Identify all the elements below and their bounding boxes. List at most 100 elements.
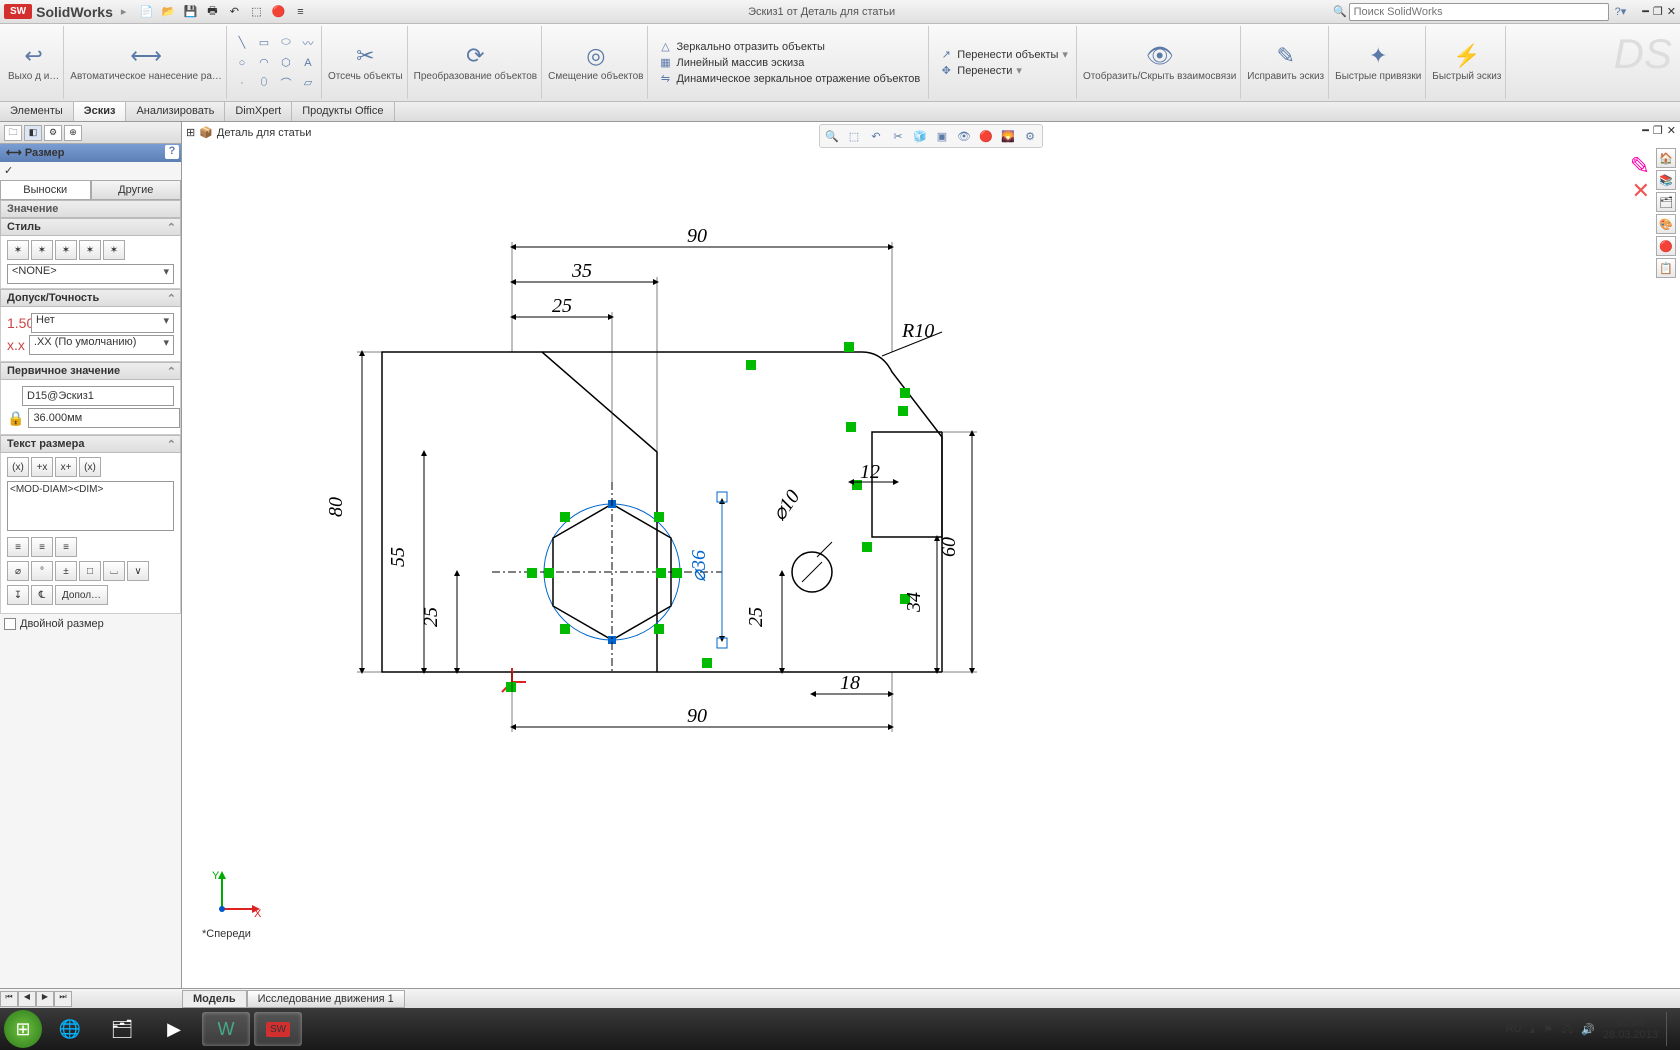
sym-degree[interactable]: °: [31, 561, 53, 581]
config-tab[interactable]: ⚙: [44, 125, 62, 141]
more-symbols-button[interactable]: Допол…: [55, 585, 108, 605]
doc-minimize[interactable]: ━: [1642, 124, 1649, 137]
linear-pattern-button[interactable]: ▦Линейный массив эскиза: [658, 56, 920, 70]
line-icon[interactable]: ╲: [233, 34, 251, 52]
appearances-icon[interactable]: 🔴: [1656, 236, 1676, 256]
style-header[interactable]: Стиль⌃: [0, 218, 181, 236]
spline-icon[interactable]: 〰: [299, 34, 317, 52]
file-explorer-icon[interactable]: 🗂: [1656, 192, 1676, 212]
smart-dimension-button[interactable]: ⟷Автоматическое нанесение ра…: [66, 26, 227, 99]
taskbar-ie[interactable]: 🌐: [46, 1012, 94, 1046]
rebuild-icon[interactable]: 🔴: [268, 3, 288, 21]
sym-square[interactable]: □: [79, 561, 101, 581]
tab-model[interactable]: Модель: [182, 990, 247, 1008]
view-palette-icon[interactable]: 🎨: [1656, 214, 1676, 234]
ellipse-icon[interactable]: ⬯: [255, 74, 273, 92]
dimension-value-input[interactable]: [28, 408, 180, 428]
style-btn-3[interactable]: ✶: [55, 240, 77, 260]
polygon-icon[interactable]: ⬡: [277, 54, 295, 72]
style-btn-4[interactable]: ✶: [79, 240, 101, 260]
taskbar-media[interactable]: ▶: [150, 1012, 198, 1046]
scroll-first[interactable]: ⏮: [0, 991, 18, 1007]
quick-snaps-button[interactable]: ✦Быстрые привязки: [1331, 26, 1426, 99]
tray-flag-icon[interactable]: ⚑: [1543, 1023, 1553, 1036]
subtab-other[interactable]: Другие: [91, 180, 182, 200]
custom-props-icon[interactable]: 📋: [1656, 258, 1676, 278]
txt-btn-2[interactable]: +x: [31, 457, 53, 477]
move-entities-button[interactable]: ↗Перенести объекты▾: [939, 48, 1068, 62]
dual-dimension-checkbox[interactable]: Двойной размер: [0, 614, 181, 634]
input-language[interactable]: RU: [1506, 1023, 1522, 1035]
sym-pm[interactable]: ±: [55, 561, 77, 581]
tab-elements[interactable]: Элементы: [0, 102, 74, 121]
plane-icon[interactable]: ▱: [299, 74, 317, 92]
lock-icon[interactable]: 🔒: [7, 410, 24, 427]
show-relations-button[interactable]: 👁Отобразить/Скрыть взаимосвязи: [1079, 26, 1241, 99]
expand-icon[interactable]: ⊞: [186, 126, 195, 139]
exit-sketch-button[interactable]: ↩Выхо д и…: [4, 26, 64, 99]
justify-center[interactable]: ≡: [31, 537, 53, 557]
taskbar-explorer[interactable]: 🗂: [98, 1012, 146, 1046]
subtab-leaders[interactable]: Выноски: [0, 180, 91, 200]
slot-icon[interactable]: ⬭: [277, 34, 295, 52]
select-icon[interactable]: ⬚: [246, 3, 266, 21]
style-btn-1[interactable]: ✶: [7, 240, 29, 260]
options-icon[interactable]: ≡: [290, 3, 310, 21]
convert-button[interactable]: ⟳Преобразование объектов: [410, 26, 542, 99]
graphics-area[interactable]: ━ ❐ ✕ ⊞ 📦 Деталь для статьи 🔍 ⬚ ↶ ✂ 🧊 ▣ …: [182, 122, 1680, 1002]
resources-icon[interactable]: 🏠: [1656, 148, 1676, 168]
text-icon[interactable]: A: [299, 54, 317, 72]
help-button[interactable]: ?: [165, 145, 179, 159]
open-icon[interactable]: 📂: [158, 3, 178, 21]
new-icon[interactable]: 📄: [136, 3, 156, 21]
mirror-button[interactable]: △Зеркально отразить объекты: [658, 40, 920, 54]
repair-sketch-button[interactable]: ✎Исправить эскиз: [1243, 26, 1329, 99]
primary-value-header[interactable]: Первичное значение⌃: [0, 362, 181, 380]
move-button[interactable]: ✥Перенести▾: [939, 64, 1068, 78]
offset-button[interactable]: ◎Смещение объектов: [544, 26, 648, 99]
tab-sketch[interactable]: Эскиз: [74, 102, 127, 121]
print-icon[interactable]: 🖶: [202, 3, 222, 21]
help-icon[interactable]: ?▾: [1615, 5, 1627, 18]
tray-arrow[interactable]: ▴: [1530, 1023, 1536, 1036]
style-btn-5[interactable]: ✶: [103, 240, 125, 260]
txt-btn-4[interactable]: (x): [79, 457, 101, 477]
sym-cbore[interactable]: ⌴: [103, 561, 125, 581]
doc-restore[interactable]: ❐: [1653, 124, 1663, 137]
search-input[interactable]: [1349, 3, 1609, 21]
style-btn-2[interactable]: ✶: [31, 240, 53, 260]
start-button[interactable]: ⊞: [4, 1010, 42, 1048]
system-clock[interactable]: 20:0928.03.2013: [1603, 1017, 1658, 1041]
menu-arrow-icon[interactable]: ▸: [121, 5, 127, 18]
justify-right[interactable]: ≡: [55, 537, 77, 557]
txt-btn-3[interactable]: x+: [55, 457, 77, 477]
justify-left[interactable]: ≡: [7, 537, 29, 557]
tab-dimxpert[interactable]: DimXpert: [225, 102, 292, 121]
view-triad[interactable]: XY: [212, 869, 262, 922]
precision-dropdown[interactable]: .XX (По умолчанию): [29, 335, 174, 355]
property-manager-tab[interactable]: ◧: [24, 125, 42, 141]
feature-tree-tab[interactable]: 🗀: [4, 125, 22, 141]
show-desktop[interactable]: [1666, 1012, 1676, 1046]
sym-csink[interactable]: ∨: [127, 561, 149, 581]
sym-diameter[interactable]: ⌀: [7, 561, 29, 581]
dim-text-header[interactable]: Текст размера⌃: [0, 435, 181, 453]
rapid-sketch-button[interactable]: ⚡Быстрый эскиз: [1428, 26, 1506, 99]
taskbar-word[interactable]: W: [202, 1012, 250, 1046]
close-button[interactable]: ✕: [1667, 5, 1676, 18]
sym-depth[interactable]: ↧: [7, 585, 29, 605]
dimension-name-input[interactable]: [22, 386, 174, 406]
tab-office[interactable]: Продукты Office: [292, 102, 394, 121]
maximize-button[interactable]: ❐: [1653, 5, 1663, 18]
undo-icon[interactable]: ↶: [224, 3, 244, 21]
tolerance-header[interactable]: Допуск/Точность⌃: [0, 289, 181, 307]
taskbar-solidworks[interactable]: SW: [254, 1012, 302, 1046]
trim-button[interactable]: ✂Отсечь объекты: [324, 26, 408, 99]
point-icon[interactable]: ·: [233, 74, 251, 92]
style-dropdown[interactable]: <NONE>: [7, 264, 174, 284]
tray-network-icon[interactable]: 🖧: [1561, 1020, 1573, 1039]
confirm-corner-cancel[interactable]: ✕: [1632, 178, 1650, 204]
confirm-corner-ok[interactable]: ✎: [1630, 152, 1650, 181]
ok-button[interactable]: ✓: [4, 165, 13, 177]
dim-text-area[interactable]: <MOD-DIAM><DIM>: [7, 481, 174, 531]
